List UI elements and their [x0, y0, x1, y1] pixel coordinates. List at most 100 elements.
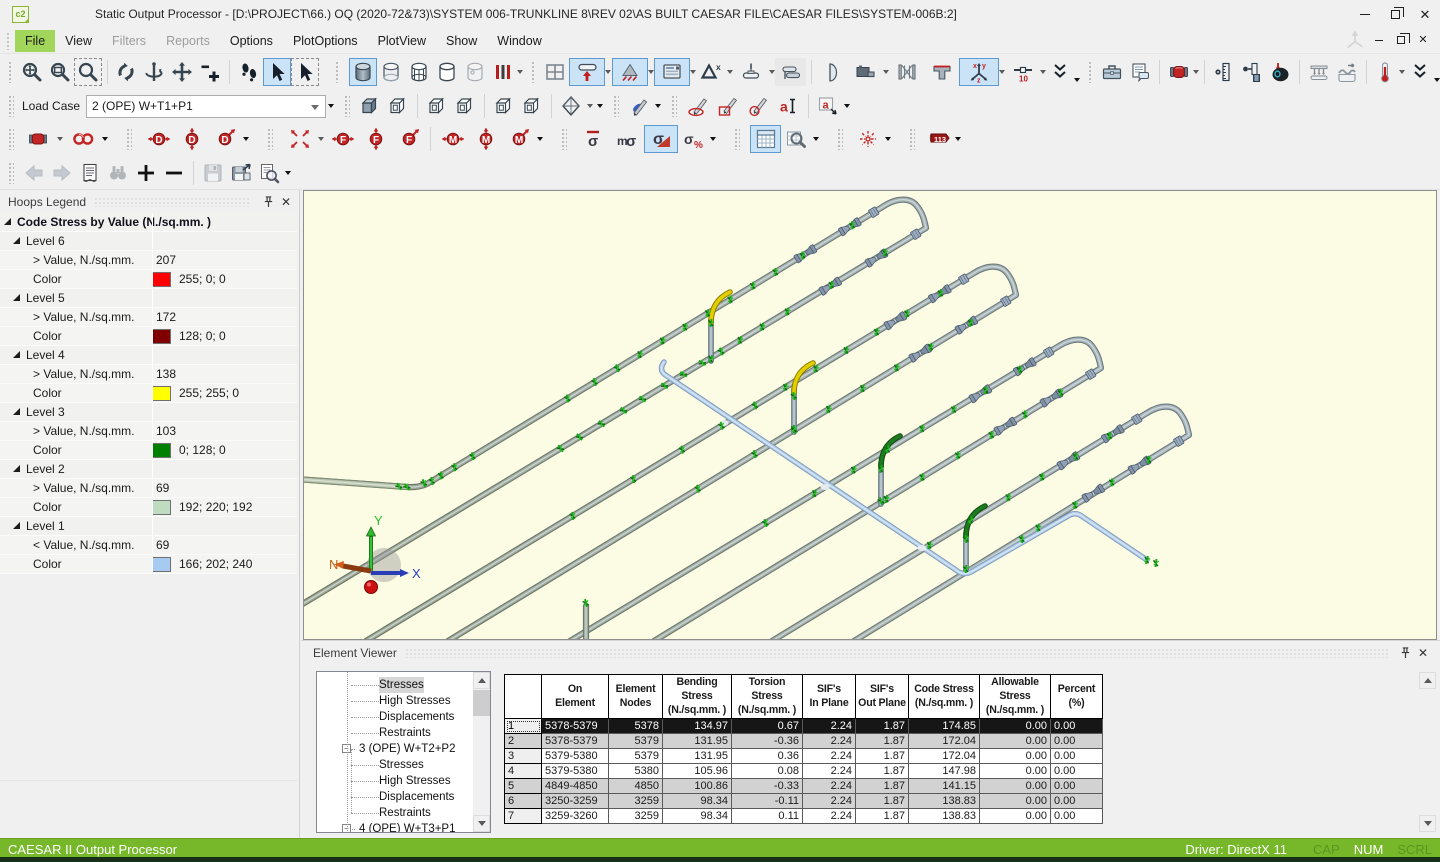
orientation-xyz-button[interactable] — [959, 58, 999, 86]
select-cursor-button[interactable] — [263, 58, 291, 86]
color-swatch[interactable] — [152, 272, 171, 287]
nav-back-button[interactable] — [20, 159, 48, 187]
expander-icon[interactable] — [13, 465, 20, 472]
force-fy-button[interactable]: F — [359, 125, 392, 153]
dropdown-caret-icon[interactable] — [595, 92, 605, 120]
table-cell[interactable]: 0.00 — [980, 794, 1051, 809]
table-cell[interactable]: 138.83 — [909, 809, 980, 824]
moment-my-button[interactable]: M — [469, 125, 502, 153]
table-row[interactable]: 45379-53805380105.960.082.241.87147.980.… — [505, 764, 1103, 779]
soil-wave-button[interactable] — [1333, 58, 1361, 86]
expansion-joints-button[interactable] — [889, 58, 924, 86]
legend-value[interactable]: 172 — [152, 310, 176, 324]
expander-icon[interactable] — [13, 522, 20, 529]
tees-button[interactable] — [924, 58, 959, 86]
zoom-dynamic-button[interactable] — [74, 58, 102, 86]
table-cell[interactable]: 2.24 — [803, 764, 856, 779]
dropdown-caret-icon[interactable] — [100, 125, 110, 153]
draw-circle-button[interactable] — [743, 92, 773, 120]
table-cell[interactable]: 5380 — [609, 764, 663, 779]
legend-value[interactable]: 207 — [152, 253, 176, 267]
ruler-diameter-button[interactable] — [1210, 58, 1238, 86]
view-cube-back-button[interactable] — [384, 92, 412, 120]
table-cell[interactable]: 5379-5380 — [542, 764, 609, 779]
orbit-button[interactable] — [140, 58, 168, 86]
tree-item-3-ope-w-t2-p2[interactable]: 3 (OPE) W+T2+P2 — [359, 741, 456, 757]
print-preview-button[interactable] — [255, 159, 283, 187]
tree-item-displacements[interactable]: Displacements — [379, 789, 454, 805]
table-cell[interactable]: 5378-5379 — [542, 734, 609, 749]
dropdown-caret-icon[interactable] — [1434, 58, 1440, 86]
anchor-delta-x-button[interactable] — [696, 58, 726, 86]
color-swatch[interactable] — [152, 443, 171, 458]
table-cell[interactable]: 5378-5379 — [542, 719, 609, 734]
legend-value[interactable]: 69 — [152, 538, 169, 552]
table-cell[interactable]: 172.04 — [909, 749, 980, 764]
column-header[interactable]: Allowable Stress (N./sq.mm. ) — [980, 675, 1051, 719]
toolbar-grip[interactable] — [837, 128, 843, 150]
dropdown-caret-icon[interactable] — [535, 125, 545, 153]
table-row[interactable]: 63250-3259325998.34-0.112.241.87138.830.… — [505, 794, 1103, 809]
table-cell[interactable]: 131.95 — [663, 734, 732, 749]
table-cell[interactable]: 2.24 — [803, 779, 856, 794]
remove-minus-button[interactable] — [160, 159, 188, 187]
dropdown-caret-icon[interactable] — [953, 125, 963, 153]
table-cell[interactable]: 98.34 — [663, 809, 732, 824]
table-cell[interactable]: 3259 — [609, 809, 663, 824]
dropdown-caret-icon[interactable] — [1193, 58, 1199, 86]
menu-view[interactable]: View — [55, 30, 102, 52]
render-translucent-button[interactable] — [377, 58, 405, 86]
thermometer-button[interactable] — [1371, 58, 1399, 86]
table-cell[interactable]: -0.33 — [732, 779, 803, 794]
table-row[interactable]: 35379-53805379131.950.362.241.87172.040.… — [505, 749, 1103, 764]
render-wireframe-button[interactable] — [405, 58, 433, 86]
table-cell[interactable]: 98.34 — [663, 794, 732, 809]
table-cell[interactable]: 0.00 — [1051, 809, 1103, 824]
table-row[interactable]: 25378-53795379131.95-0.362.241.87172.040… — [505, 734, 1103, 749]
column-header[interactable] — [505, 675, 542, 719]
load-case-tree[interactable]: StressesHigh StressesDisplacementsRestra… — [316, 671, 491, 833]
element-viewer-close-icon[interactable]: ✕ — [1414, 644, 1432, 662]
table-cell[interactable]: 172.04 — [909, 734, 980, 749]
table-cell[interactable]: 0.11 — [732, 809, 803, 824]
table-cell[interactable]: 0.00 — [1051, 779, 1103, 794]
column-header[interactable]: Bending Stress (N./sq.mm. ) — [663, 675, 732, 719]
restraint-arrows-button[interactable] — [283, 125, 316, 153]
toolbar-grip[interactable] — [344, 95, 350, 117]
scroll-thumb[interactable] — [473, 690, 490, 716]
render-shaded-button[interactable] — [349, 58, 377, 86]
table-cell[interactable]: 0.00 — [1051, 794, 1103, 809]
legend-value[interactable]: 103 — [152, 424, 176, 438]
scroll-down-button[interactable] — [473, 815, 490, 832]
table-cell[interactable]: 0.00 — [980, 764, 1051, 779]
restore-button[interactable] — [1380, 0, 1410, 28]
tree-item-stresses[interactable]: Stresses — [379, 757, 424, 773]
menu-options[interactable]: Options — [220, 30, 283, 52]
dropdown-caret-icon[interactable] — [585, 92, 595, 120]
dropdown-caret-icon[interactable] — [326, 92, 336, 120]
text-box-button[interactable] — [814, 92, 842, 120]
mdi-minimize-button[interactable] — [1368, 30, 1390, 50]
table-cell[interactable]: 105.96 — [663, 764, 732, 779]
column-header[interactable]: SIF's In Plane — [803, 675, 856, 719]
tree-item-high-stresses[interactable]: High Stresses — [379, 693, 451, 709]
menu-plotview[interactable]: PlotView — [368, 30, 436, 52]
render-outline-button[interactable] — [433, 58, 461, 86]
stress-code-button[interactable]: σ — [644, 125, 678, 153]
row-number-cell[interactable]: 2 — [505, 734, 542, 749]
menu-grip[interactable] — [6, 32, 11, 50]
dropdown-caret-icon[interactable] — [283, 159, 293, 187]
table-cell[interactable]: 5379 — [609, 749, 663, 764]
view-isometric-button[interactable] — [557, 92, 585, 120]
half-render-button[interactable] — [817, 58, 848, 86]
view-cube-left-button[interactable] — [490, 92, 518, 120]
stress-max-button[interactable]: σ — [577, 125, 610, 153]
table-cell[interactable]: 138.83 — [909, 794, 980, 809]
color-swatch[interactable] — [152, 329, 171, 344]
column-header[interactable]: Percent (%) — [1051, 675, 1103, 719]
node-numbers-button[interactable] — [1006, 58, 1040, 86]
table-cell[interactable]: 0.36 — [732, 749, 803, 764]
table-cell[interactable]: 1.87 — [856, 779, 909, 794]
toolbar-grip[interactable] — [909, 128, 915, 150]
table-cell[interactable]: 1.87 — [856, 749, 909, 764]
